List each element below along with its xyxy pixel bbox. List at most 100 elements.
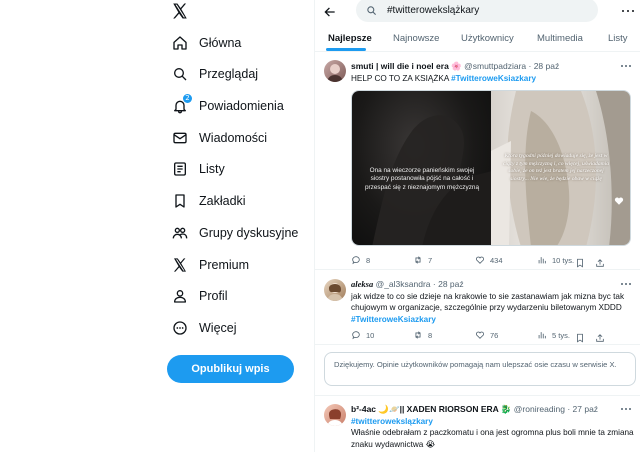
share-icon [596, 334, 604, 342]
author-handle[interactable]: @ronireading [514, 404, 565, 414]
author-name[interactable]: b²-4ac 🌙🪐|| XADEN RIORSON ERA 🐉 [351, 404, 511, 414]
tab-top[interactable]: Najlepsze [328, 33, 372, 44]
tab-lists[interactable]: Listy [608, 33, 628, 44]
tweet[interactable]: smuti | will die i noel era 🌸 @smuttpadz… [315, 53, 640, 270]
more-circle-icon [172, 320, 188, 336]
nav-label-premium: Premium [199, 258, 250, 272]
nav-item-explore[interactable]: Przeglądaj [172, 62, 258, 86]
x-logo-icon[interactable] [171, 2, 189, 20]
media-caption-left: Ona na wieczorze panieńskim swojej siost… [364, 167, 479, 191]
post-button[interactable]: Opublikuj wpis [167, 355, 294, 383]
nav-item-home[interactable]: Główna [172, 31, 241, 55]
nav-label-home: Główna [199, 36, 242, 50]
nav-item-bookmarks[interactable]: Zakładki [172, 189, 246, 213]
tweet-more-icon[interactable] [621, 281, 631, 287]
view-count: 5 tys. [552, 330, 570, 340]
reply-button[interactable]: 10 [351, 330, 374, 340]
more-options-icon[interactable] [620, 4, 636, 18]
avatar[interactable] [324, 404, 346, 426]
share-icon [596, 259, 604, 267]
author-handle[interactable]: @_al3ksandra [376, 279, 431, 289]
back-arrow-icon[interactable] [323, 5, 337, 19]
tweet[interactable]: aleksa @_al3ksandra · 28 paź jak widze t… [315, 271, 640, 345]
author-handle[interactable]: @smuttpadziara [464, 61, 526, 71]
view-count: 10 tys. [552, 255, 575, 265]
tweet-date[interactable]: · 28 paź [433, 279, 464, 289]
nav-item-premium[interactable]: Premium [172, 253, 249, 277]
views-button[interactable]: 10 tys. [537, 255, 574, 265]
bookmark-button[interactable] [575, 330, 585, 348]
author-name[interactable]: aleksa [351, 279, 373, 289]
search-header [315, 0, 640, 26]
bookmark-icon [577, 333, 583, 343]
nav-item-more[interactable]: Więcej [172, 316, 237, 340]
nav-label-more: Więcej [199, 321, 237, 335]
tab-media[interactable]: Multimedia [537, 33, 583, 44]
nav-label-profile: Profil [199, 289, 228, 303]
nav-label-messages: Wiadomości [199, 131, 268, 145]
tweet-header: aleksa @_al3ksandra · 28 paź [351, 279, 464, 289]
author-name[interactable]: smuti | will die i noel era 🌸 [351, 61, 462, 71]
retweet-button[interactable]: 8 [413, 330, 432, 340]
avatar[interactable] [324, 60, 346, 82]
tweet-date[interactable]: · 28 paź [529, 61, 560, 71]
reply-button[interactable]: 8 [351, 255, 370, 265]
tweet-date[interactable]: · 27 paź [567, 404, 598, 414]
search-tabs: Najlepsze Najnowsze Użytkownicy Multimed… [315, 26, 640, 52]
nav-label-bookmarks: Zakładki [199, 194, 246, 208]
hashtag-link[interactable]: #TwitteroweKsiazkary [351, 315, 436, 324]
views-button[interactable]: 5 tys. [537, 330, 570, 340]
nav-label-communities: Grupy dyskusyjne [199, 226, 299, 240]
like-button[interactable]: 76 [475, 330, 498, 340]
x-logo-icon [172, 257, 188, 273]
bookmark-icon [172, 193, 188, 209]
like-count: 434 [490, 255, 503, 265]
retweet-button[interactable]: 7 [413, 255, 432, 265]
media-like-icon[interactable] [614, 193, 624, 205]
bell-icon: 2 [172, 94, 192, 114]
heart-icon [475, 331, 485, 339]
nav-item-messages[interactable]: Wiadomości [172, 126, 267, 150]
tweet-body: jak widze to co sie dzieje na krakowie t… [351, 292, 625, 313]
tweet-media[interactable]: Ona na wieczorze panieńskim swojej siost… [351, 90, 631, 246]
nav-label-notifications: Powiadomienia [199, 99, 284, 113]
reply-icon [352, 331, 360, 340]
media-caption-right: Która tygodni później dowiaduje się, że … [502, 153, 610, 182]
tweet-text: #twitterowekslązkary Właśnie odebrałam z… [351, 416, 635, 450]
search-box[interactable] [356, 0, 598, 22]
share-button[interactable] [595, 330, 605, 348]
nav-item-lists[interactable]: Listy [172, 157, 225, 181]
tab-people[interactable]: Użytkownicy [461, 33, 514, 44]
hashtag-link[interactable]: #twitterowekslązkary [351, 417, 433, 426]
tweet-more-icon[interactable] [621, 406, 631, 412]
active-tab-indicator [326, 48, 366, 51]
nav-item-notifications[interactable]: 2 Powiadomienia [172, 94, 284, 118]
feedback-notice: Dziękujemy. Opinie użytkowników pomagają… [324, 352, 636, 386]
envelope-icon [172, 130, 188, 146]
search-icon [172, 66, 188, 82]
tab-latest[interactable]: Najnowsze [393, 33, 439, 44]
retweet-icon [415, 256, 421, 264]
media-image-right[interactable]: Która tygodni później dowiaduje się, że … [491, 91, 630, 245]
like-button[interactable]: 434 [475, 255, 503, 265]
nav-item-communities[interactable]: Grupy dyskusyjne [172, 221, 298, 245]
avatar[interactable] [324, 279, 346, 301]
nav-item-profile[interactable]: Profil [172, 284, 227, 308]
retweet-count: 8 [428, 330, 433, 340]
like-count: 76 [490, 330, 499, 340]
main-column: Najlepsze Najnowsze Użytkownicy Multimed… [314, 0, 640, 452]
retweet-count: 7 [428, 255, 433, 265]
left-navigation: Główna Przeglądaj 2 Powiadomienia Wiadom… [0, 0, 313, 452]
tweet[interactable]: b²-4ac 🌙🪐|| XADEN RIORSON ERA 🐉 @ronirea… [315, 395, 640, 452]
tweet-header: b²-4ac 🌙🪐|| XADEN RIORSON ERA 🐉 @ronirea… [351, 404, 598, 415]
search-icon [367, 5, 377, 15]
nav-label-explore: Przeglądaj [199, 67, 259, 81]
tweet-more-icon[interactable] [621, 63, 631, 69]
views-icon [538, 257, 546, 264]
media-image-left[interactable]: Ona na wieczorze panieńskim swojej siost… [352, 91, 491, 245]
search-input[interactable] [387, 4, 587, 16]
hashtag-link[interactable]: #TwitteroweKsiazkary [451, 74, 536, 83]
notification-badge: 2 [183, 94, 192, 103]
reply-icon [352, 256, 360, 265]
views-icon [538, 332, 546, 339]
